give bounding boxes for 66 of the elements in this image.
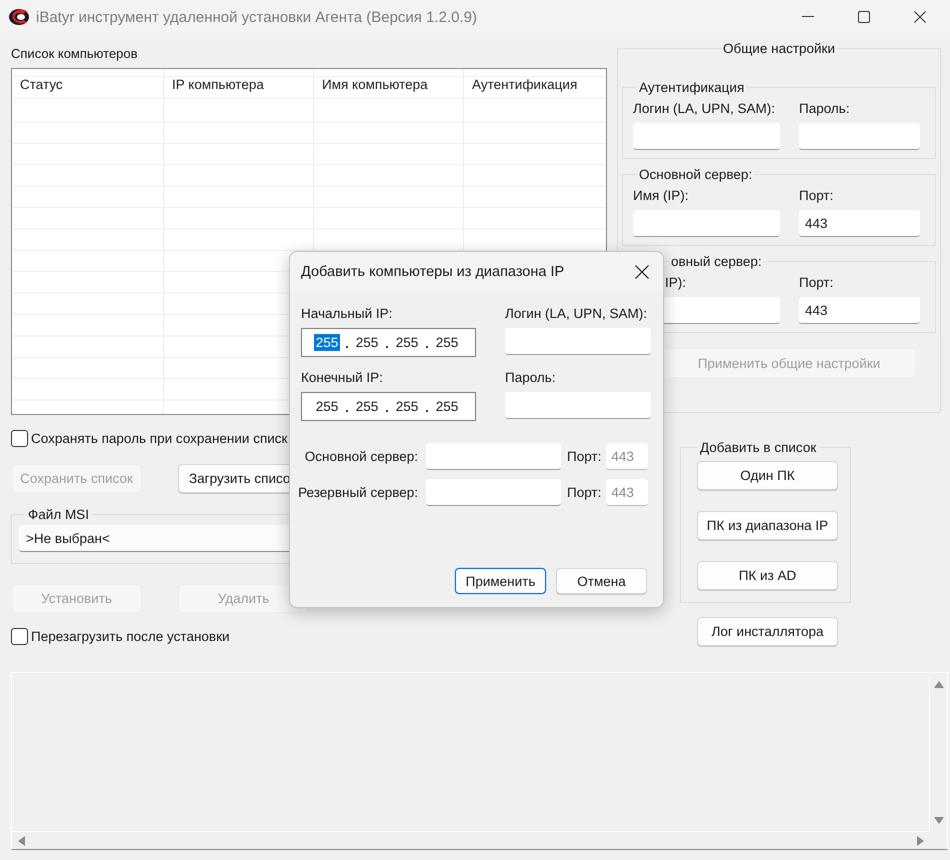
field-label: Имя (IP): xyxy=(633,188,690,204)
scroll-left-icon[interactable] xyxy=(18,836,25,846)
close-icon[interactable] xyxy=(914,11,926,23)
field-label: Порт: xyxy=(799,275,834,291)
input-field[interactable]: 443 xyxy=(799,297,920,324)
ip-octet[interactable]: 255 xyxy=(314,398,340,415)
section-label: Список компьютеров xyxy=(11,46,139,62)
input-field[interactable] xyxy=(633,123,780,150)
group-label: Аутентификация xyxy=(638,80,746,95)
dialog-title: Добавить компьютеры из диапазона IP xyxy=(301,264,564,280)
button[interactable]: ПК из AD xyxy=(697,561,838,590)
checkbox[interactable] xyxy=(11,628,28,645)
input-field[interactable] xyxy=(426,443,561,470)
field-label: Конечный IP: xyxy=(301,370,384,386)
field-label: Начальный IP: xyxy=(301,306,394,322)
group-label: Файл MSI xyxy=(27,507,90,522)
app-logo-icon xyxy=(8,8,30,26)
ip-octet[interactable]: 255 xyxy=(394,334,420,351)
input-field[interactable] xyxy=(799,123,920,150)
column-header[interactable]: Статус xyxy=(12,69,164,101)
column-header[interactable]: Аутентификация xyxy=(464,69,606,101)
field-label: Логин (LA, UPN, SAM): xyxy=(505,306,648,322)
checkbox-label: Сохранять пароль при сохранении списк xyxy=(31,431,288,446)
port-field[interactable]: 443 xyxy=(606,443,648,470)
port-field[interactable]: 443 xyxy=(606,479,648,506)
column-header[interactable]: IP компьютера xyxy=(164,69,314,101)
field-label: Порт: xyxy=(799,188,834,204)
button[interactable]: Лог инсталлятора xyxy=(697,617,838,646)
ip-address-field[interactable]: 255 255 255 255 xyxy=(301,328,476,357)
checkbox[interactable] xyxy=(11,430,28,447)
field-label: Логин (LA, UPN, SAM): xyxy=(633,101,776,117)
input-field[interactable] xyxy=(633,210,780,237)
ip-octet[interactable]: 255 xyxy=(434,398,460,415)
ip-octet[interactable]: 255 xyxy=(434,334,460,351)
button[interactable]: ПК из диапазона IP xyxy=(697,511,838,540)
field-label: Основной сервер: xyxy=(304,449,418,464)
close-icon[interactable] xyxy=(635,265,649,279)
ip-octet[interactable]: 255 xyxy=(314,334,340,351)
maximize-icon[interactable] xyxy=(858,11,870,23)
input-field[interactable]: 443 xyxy=(799,210,920,237)
column-header[interactable]: Имя компьютера xyxy=(314,69,464,101)
group-label: овный сервер: xyxy=(670,254,763,269)
minimize-icon[interactable] xyxy=(802,16,814,18)
ip-octet[interactable]: 255 xyxy=(394,398,420,415)
input-field[interactable] xyxy=(505,392,651,419)
input-field[interactable] xyxy=(426,479,561,506)
ip-address-field[interactable]: 255 255 255 255 xyxy=(301,392,476,421)
window-title: iBatyr инструмент удаленной установки Агента (Версия 1.2.0.9) xyxy=(36,8,477,26)
field-label: Порт: xyxy=(567,485,602,500)
button[interactable]: Применить xyxy=(455,568,546,594)
scroll-up-icon[interactable] xyxy=(934,681,944,688)
field-label: Пароль: xyxy=(799,101,851,117)
group-label: Общие настройки xyxy=(722,41,836,56)
group-label: Основной сервер: xyxy=(638,167,754,182)
ip-octet[interactable]: 255 xyxy=(354,334,380,351)
button[interactable]: Отмена xyxy=(556,568,647,594)
field-label: Порт: xyxy=(567,449,602,464)
button[interactable]: Один ПК xyxy=(697,461,838,490)
group-label: Добавить в список xyxy=(699,440,818,455)
field-label: Пароль: xyxy=(505,370,557,386)
checkbox-label: Перезагрузить после установки xyxy=(31,629,230,644)
field-label: IP): xyxy=(664,275,688,291)
scroll-right-icon[interactable] xyxy=(917,836,924,846)
input-field[interactable] xyxy=(505,328,651,355)
ip-octet[interactable]: 255 xyxy=(354,398,380,415)
scroll-down-icon[interactable] xyxy=(934,817,944,824)
